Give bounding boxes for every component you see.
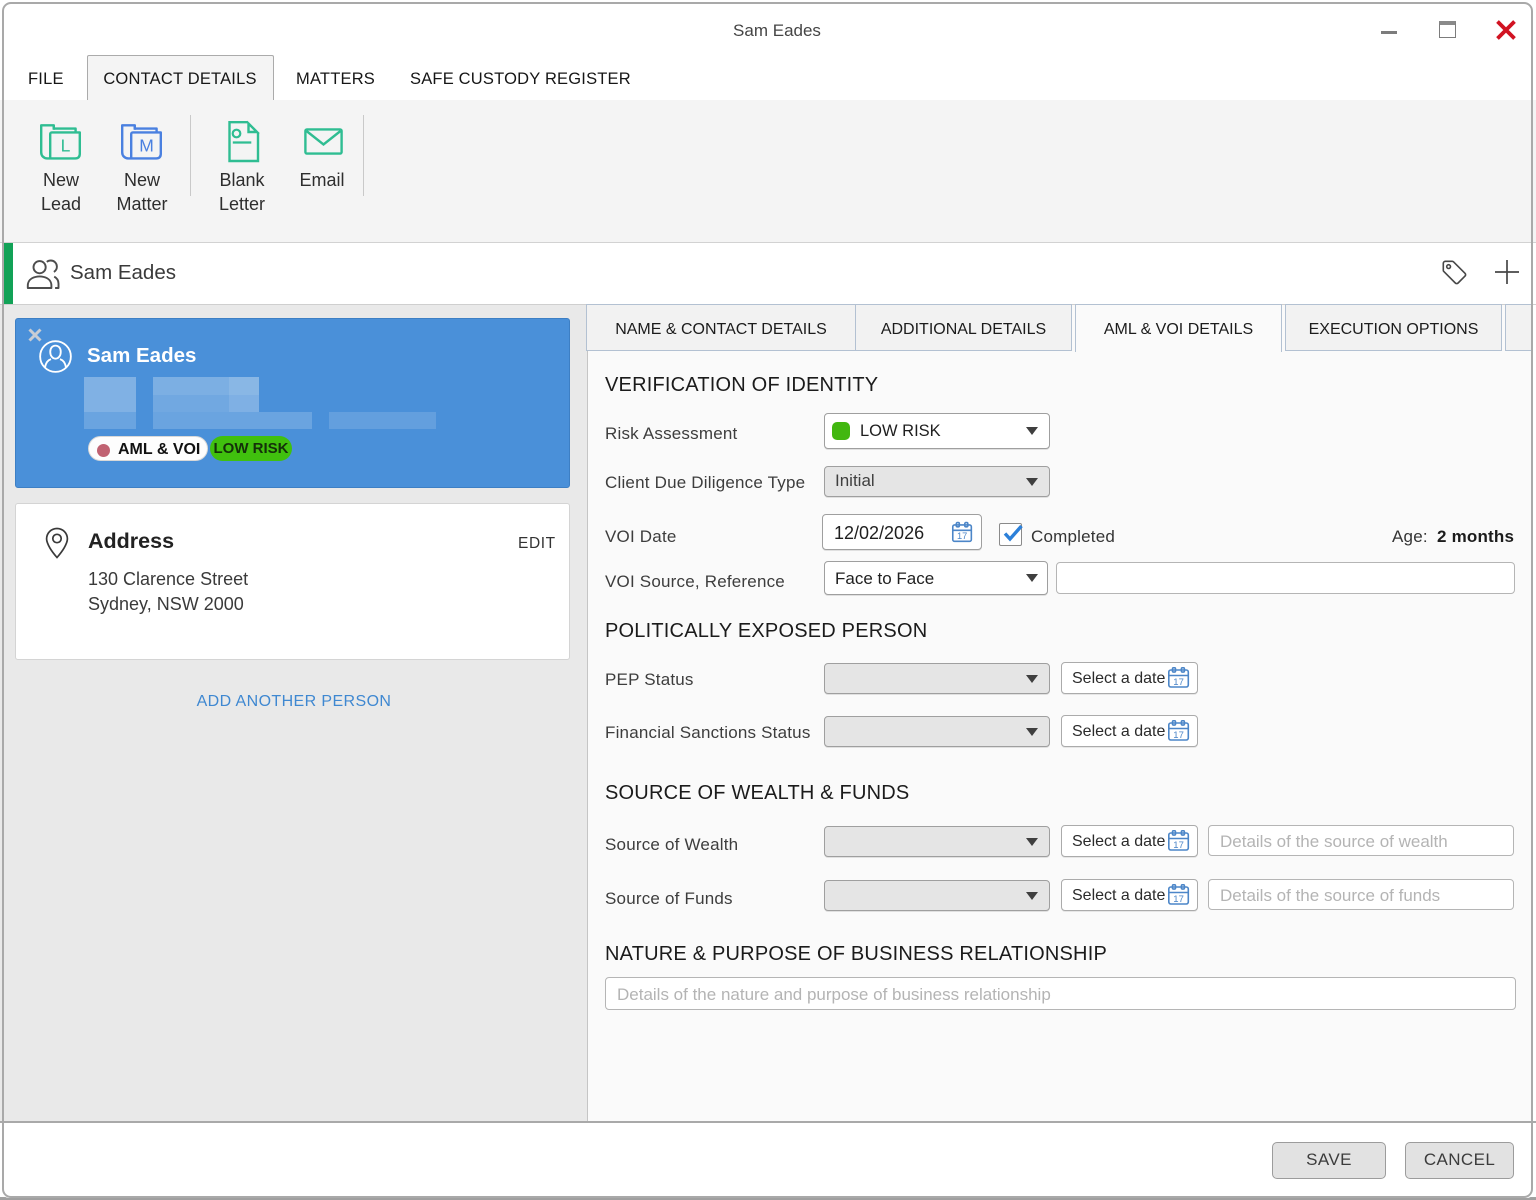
svg-text:17: 17 — [1173, 840, 1184, 851]
svg-text:17: 17 — [1173, 677, 1184, 688]
svg-text:17: 17 — [1173, 894, 1184, 905]
svg-text:M: M — [139, 136, 154, 156]
svg-text:17: 17 — [1173, 730, 1184, 741]
svg-text:17: 17 — [957, 531, 967, 541]
svg-text:L: L — [61, 136, 71, 156]
